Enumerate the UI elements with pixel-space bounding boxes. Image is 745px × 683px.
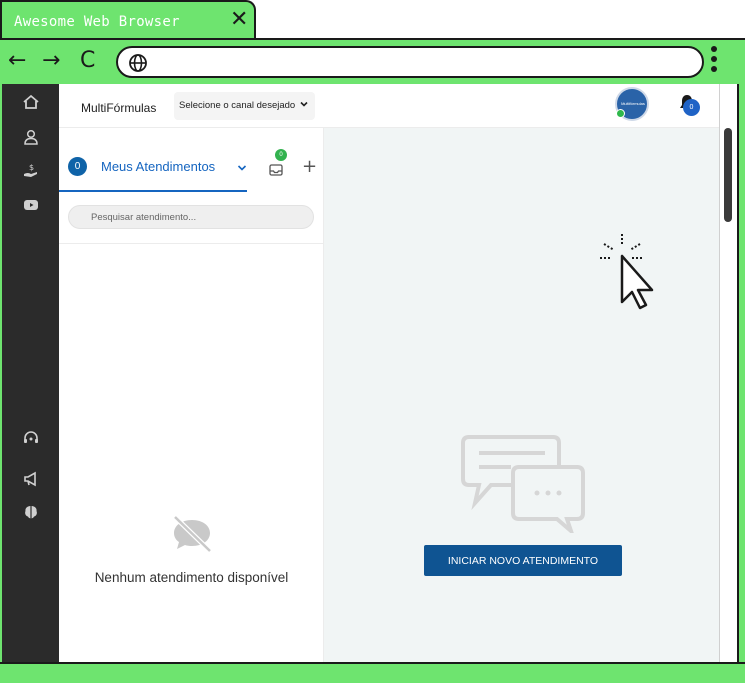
brand-name: MultiFórmulas [81, 101, 157, 115]
app-root: $ MultiFórmulas Selecione o canal deseja… [2, 84, 719, 662]
queue-badge: 0 [275, 149, 287, 161]
browser-toolbar: ← → C [0, 38, 745, 84]
browser-frame-right [737, 84, 745, 664]
money-hand-icon[interactable]: $ [22, 161, 40, 179]
browser-menu-icon[interactable] [709, 46, 719, 78]
tab-meus-atendimentos[interactable]: Meus Atendimentos [101, 159, 215, 174]
back-icon[interactable]: ← [8, 50, 26, 72]
notification-badge: 0 [683, 99, 700, 116]
user-icon[interactable] [22, 128, 40, 146]
page-scrollbar[interactable] [719, 84, 737, 662]
chevron-down-icon [300, 101, 308, 107]
conversations-panel: 0 Meus Atendimentos 0 + Nenhum atendimen… [59, 128, 324, 662]
conversations-count-badge: 0 [68, 157, 87, 176]
no-chat-icon [173, 515, 212, 553]
chevron-down-icon[interactable] [237, 163, 247, 173]
channel-select-value: Selecione o canal desejado [179, 100, 296, 111]
close-tab-icon[interactable]: ✕ [230, 9, 248, 31]
scrollbar-thumb[interactable] [724, 128, 732, 222]
megaphone-icon[interactable] [22, 470, 40, 488]
reload-icon[interactable]: C [80, 50, 95, 72]
svg-text:$: $ [29, 163, 34, 172]
add-icon[interactable]: + [302, 156, 317, 177]
home-icon[interactable] [22, 93, 40, 111]
app-header: MultiFórmulas Selecione o canal desejado… [59, 84, 719, 128]
tab-active-underline [59, 190, 247, 192]
sidebar: $ [2, 84, 59, 662]
browser-frame-bottom [0, 662, 745, 683]
channel-select[interactable]: Selecione o canal desejado [174, 92, 315, 120]
start-new-conversation-button[interactable]: INICIAR NOVO ATENDIMENTO [424, 545, 622, 576]
youtube-icon[interactable] [22, 196, 40, 214]
panel-divider [59, 243, 324, 244]
empty-state-text: Nenhum atendimento disponível [94, 570, 289, 585]
avatar-text: Multifórmulas [621, 101, 645, 106]
browser-tab[interactable]: Awesome Web Browser ✕ [0, 0, 256, 42]
globe-icon [129, 54, 147, 72]
browser-tab-title: Awesome Web Browser [14, 14, 180, 30]
online-status-dot [616, 109, 625, 118]
click-cursor-icon [600, 234, 654, 310]
forward-icon[interactable]: → [42, 50, 60, 72]
chat-bubbles-icon [461, 435, 585, 533]
headset-icon[interactable] [22, 429, 40, 447]
brain-icon[interactable] [22, 503, 40, 521]
inbox-icon[interactable] [269, 164, 283, 176]
search-input[interactable] [68, 205, 314, 229]
main-panel: INICIAR NOVO ATENDIMENTO [324, 128, 719, 662]
address-bar[interactable] [116, 46, 704, 78]
